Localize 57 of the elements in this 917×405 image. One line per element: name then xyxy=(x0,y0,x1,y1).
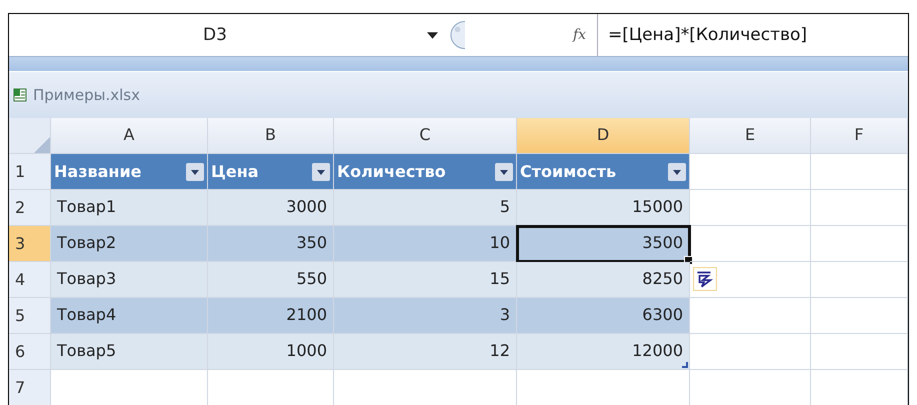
empty-cell[interactable] xyxy=(811,154,908,190)
triangle-icon xyxy=(34,137,50,153)
row-header[interactable]: 4 xyxy=(9,262,51,298)
table-cell[interactable]: 3000 xyxy=(208,190,334,226)
table-cell[interactable]: 12000 xyxy=(517,334,690,370)
empty-cell[interactable] xyxy=(811,226,908,262)
column-header[interactable]: A xyxy=(51,118,208,154)
table-cell[interactable]: 550 xyxy=(208,262,334,298)
row-header[interactable]: 6 xyxy=(9,334,51,370)
round-knob-icon xyxy=(450,20,465,50)
empty-cell[interactable] xyxy=(811,334,908,370)
table-cell[interactable]: 8250 xyxy=(517,262,690,298)
column-header[interactable]: D xyxy=(517,118,690,154)
empty-cell[interactable] xyxy=(811,262,908,298)
table-cell[interactable]: Товар5 xyxy=(51,334,208,370)
column-header[interactable]: B xyxy=(208,118,334,154)
table-header-cell[interactable]: Название xyxy=(51,154,208,190)
table-cell[interactable]: 350 xyxy=(208,226,334,262)
filter-dropdown-icon[interactable] xyxy=(186,162,204,180)
select-all-button[interactable] xyxy=(9,118,51,154)
table-cell[interactable]: 10 xyxy=(334,226,517,262)
table-header-cell[interactable]: Количество xyxy=(334,154,517,190)
empty-cell[interactable] xyxy=(811,298,908,334)
spreadsheet-icon xyxy=(13,88,27,102)
table-cell[interactable]: Товар1 xyxy=(51,190,208,226)
table-header-cell[interactable]: Цена xyxy=(208,154,334,190)
filter-dropdown-icon[interactable] xyxy=(495,162,513,180)
table-cell[interactable]: 2100 xyxy=(208,298,334,334)
workbook-title: Примеры.xlsx xyxy=(33,86,140,104)
row-header[interactable]: 5 xyxy=(9,298,51,334)
column-header[interactable]: C xyxy=(334,118,517,154)
table-cell[interactable]: 15000 xyxy=(517,190,690,226)
row-header[interactable]: 7 xyxy=(9,370,51,405)
column-header[interactable]: F xyxy=(811,118,908,154)
table-cell[interactable]: 6300 xyxy=(517,298,690,334)
table-cell[interactable]: 5 xyxy=(334,190,517,226)
column-header[interactable]: E xyxy=(690,118,811,154)
autocorrect-options-icon[interactable] xyxy=(693,267,717,291)
table-cell[interactable]: 15 xyxy=(334,262,517,298)
name-box[interactable]: D3 xyxy=(9,25,421,45)
filter-dropdown-icon[interactable] xyxy=(312,162,330,180)
filter-dropdown-icon[interactable] xyxy=(668,162,686,180)
table-cell[interactable]: Товар3 xyxy=(51,262,208,298)
empty-cell[interactable] xyxy=(811,190,908,226)
table-cell[interactable]: 1000 xyxy=(208,334,334,370)
table-header-cell[interactable]: Стоимость xyxy=(517,154,690,190)
function-label[interactable]: fx xyxy=(573,27,597,43)
row-header[interactable]: 2 xyxy=(9,190,51,226)
table-cell[interactable]: Товар2 xyxy=(51,226,208,262)
table-cell[interactable]: 3500 xyxy=(517,226,690,262)
row-header[interactable]: 1 xyxy=(9,154,51,190)
row-header[interactable]: 3 xyxy=(9,226,51,262)
table-cell[interactable]: 12 xyxy=(334,334,517,370)
table-cell[interactable]: Товар4 xyxy=(51,298,208,334)
dropdown-caret-icon[interactable] xyxy=(427,32,438,38)
formula-field[interactable]: =[Цена]*[Количество] xyxy=(597,14,908,56)
table-cell[interactable]: 3 xyxy=(334,298,517,334)
